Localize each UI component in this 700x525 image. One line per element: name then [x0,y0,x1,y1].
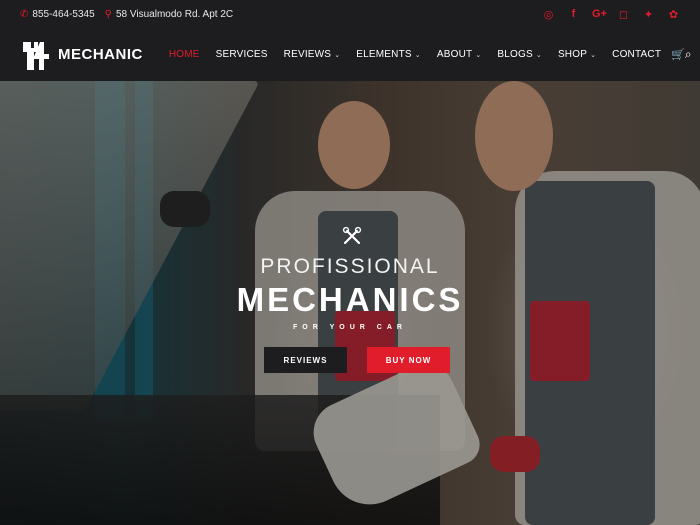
search-icon[interactable]: ⌕ [685,47,692,62]
nav-item-label: SHOP [557,49,588,60]
nav-item-blogs[interactable]: BLOGS ⌄ [489,49,550,60]
tools-icon [342,226,362,245]
cart-icon[interactable]: 🛒 [671,48,685,61]
phone-icon: ✆ [20,8,29,20]
site-logo[interactable]: MECHANIC [20,40,143,70]
logo-text: MECHANIC [58,46,143,63]
hero-title: MECHANICS [236,281,464,318]
reviews-button[interactable]: REVIEWS [264,347,347,373]
nav-item-label: ABOUT [436,49,473,60]
nav-item-contact[interactable]: CONTACT [604,49,669,60]
main-navigation: MECHANIC HOME SERVICES REVIEWS ⌄ ELEMENTS ⌄ AB… [0,28,700,81]
google-plus-icon[interactable]: G+ [592,8,607,20]
buy-now-button[interactable]: BUY NOW [367,347,450,373]
hero-subtitle: FOR YOUR CAR [293,324,407,331]
nav-item-label: ELEMENTS [356,49,412,60]
hero-banner: PROFISSIONAL MECHANICS FOR YOUR CAR REVI… [0,81,700,525]
nav-menu: HOME SERVICES REVIEWS ⌄ ELEMENTS ⌄ ABOUT ⌄ BLOGS… [161,49,669,60]
nav-item-label: SERVICES [215,49,268,60]
chevron-down-icon: ⌄ [475,51,482,59]
social-links: ◎ f G+ ◻ ✦ ✿ [542,8,680,21]
nav-item-label: BLOGS [497,49,533,60]
yelp-icon[interactable]: ✿ [667,8,680,21]
top-bar: ✆ 855-464-5345 ⚲ 58 Visualmodo Rd. Apt 2… [0,0,700,28]
nav-item-label: REVIEWS [283,49,332,60]
chevron-down-icon: ⌄ [535,51,542,59]
nav-item-label: HOME [168,49,200,60]
instagram-icon[interactable]: ◻ [617,8,630,21]
hero-pretitle: PROFISSIONAL [260,255,440,278]
chevron-down-icon: ⌄ [414,51,421,59]
facebook-icon[interactable]: f [567,8,580,20]
phone-contact[interactable]: ✆ 855-464-5345 [20,9,95,20]
chevron-down-icon: ⌄ [334,51,341,59]
phone-number[interactable]: 855-464-5345 [32,9,94,20]
nav-item-reviews[interactable]: REVIEWS ⌄ [276,49,349,60]
nav-item-shop[interactable]: SHOP ⌄ [550,49,604,60]
map-pin-icon: ⚲ [104,8,112,20]
nav-item-services[interactable]: SERVICES [208,49,276,60]
address-text: 58 Visualmodo Rd. Apt 2C [116,8,234,20]
twitter-icon[interactable]: ✦ [642,8,655,21]
chevron-down-icon: ⌄ [590,51,597,59]
nav-item-label: CONTACT [612,49,662,60]
nav-item-elements[interactable]: ELEMENTS ⌄ [348,49,429,60]
nav-item-home[interactable]: HOME [161,49,208,60]
wrench-logo-icon [23,41,49,70]
hero-content: PROFISSIONAL MECHANICS FOR YOUR CAR REVI… [0,81,700,525]
dribbble-icon[interactable]: ◎ [542,8,555,21]
nav-item-about[interactable]: ABOUT ⌄ [429,49,490,60]
address-contact: ⚲ 58 Visualmodo Rd. Apt 2C [105,9,233,20]
